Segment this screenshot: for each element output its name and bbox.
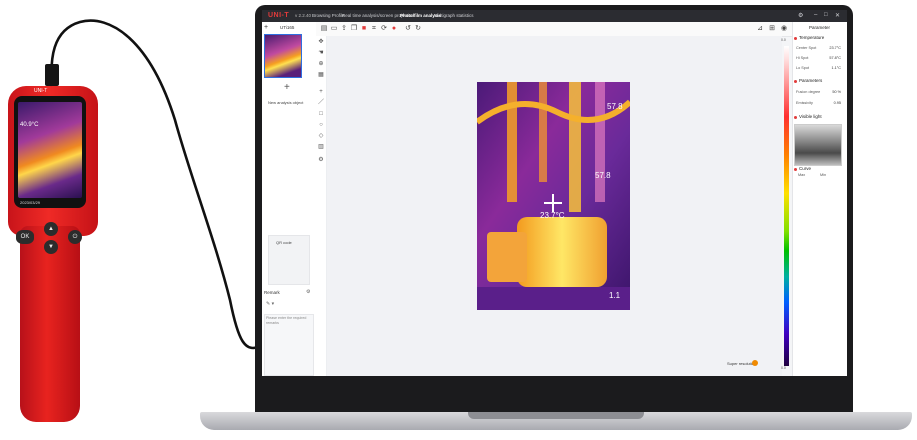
hi-spot-label: Hi Spot [796,56,809,60]
max-temp-label: 57.8 [607,102,623,111]
color-palette-bar[interactable] [784,46,789,366]
hand-icon[interactable]: ☚ [317,49,325,57]
hi-spot-value: 57.8°C [829,56,841,60]
export-icon[interactable]: ⇪ [340,25,348,33]
settings-tool-icon[interactable]: ⚙ [317,156,325,164]
settings-icon[interactable]: ⚙ [798,12,803,19]
curve-section-icon [794,168,797,171]
record-icon[interactable]: ■ [360,25,368,33]
device-name: UTi165 [280,25,295,30]
laptop-notch [468,412,644,419]
curve-max-label: Max [798,173,806,177]
close-icon[interactable]: ✕ [835,12,840,19]
app-logo: UNI-T [268,12,290,19]
rectangle-tool-icon[interactable]: □ [317,110,325,118]
layers-icon[interactable]: ▦ [317,71,325,79]
lo-spot-label: Lo Spot [796,66,810,70]
curve-section-title: Curve [799,166,812,171]
remark-settings-icon[interactable]: ⚙ [306,289,310,295]
thermal-image[interactable] [477,82,630,310]
lo-spot-value: 1.1°C [831,66,841,70]
remark-tool-icons[interactable]: ✎ ▾ [266,301,274,307]
emissivity-value[interactable]: 0.95 [825,101,841,105]
menu-browsing-profile[interactable]: Browsing Profile [312,13,345,18]
pointer-icon[interactable]: ✥ [317,38,325,46]
curve-min-label: Min [820,173,827,177]
min-temp-label: 1.1 [609,291,621,300]
ellipse-tool-icon[interactable]: ○ [317,121,325,129]
camera-screen [18,102,82,198]
visible-light-section-icon [794,116,797,119]
visible-light-section-title: Visible light [799,114,822,119]
eye-icon[interactable]: ◉ [780,25,788,33]
app-version: v 2.2.40 [295,13,312,18]
super-resolution-toggle[interactable] [752,360,758,366]
redo-icon[interactable]: ↻ [414,25,422,33]
palette-top-value: 0.0 [781,38,786,42]
camera-temperature: 40.9°C [20,122,39,128]
visible-light-image[interactable] [794,124,842,166]
title-bar: UNI-T v 2.2.40 Browsing Profile Real tim… [262,10,847,22]
new-analysis-label: New analysis object [268,100,304,105]
menu-multigraph-statistics[interactable]: Multigraph statistics [434,13,474,18]
undo-icon[interactable]: ↺ [404,25,412,33]
qr-code-label: QR code [276,240,292,245]
camera-brand: UNI-T [34,88,48,94]
delete-tool-icon[interactable]: ▥ [317,143,325,151]
remark-title: Remark [264,290,280,295]
app-window: UNI-T v 2.2.40 Browsing Profile Real tim… [262,10,847,376]
image-thumbnail[interactable] [264,34,302,78]
parameters-section-icon [794,80,797,83]
line-tool-icon[interactable]: ／ [317,99,325,107]
center-spot-label: Center Spot [796,46,817,50]
grid-icon[interactable]: ⊞ [768,25,776,33]
chart-icon[interactable]: ⊿ [756,25,764,33]
zoom-icon[interactable]: ⊕ [317,60,325,68]
temperature-section-title: Temperature [799,35,825,40]
save-icon[interactable]: ▤ [320,25,328,33]
camera-keypad: OK ▲ ▼ ⏻ [16,222,90,256]
down-arrow-icon[interactable]: ▼ [44,240,58,254]
hot-spot-temp-label: 57.8 [595,171,611,180]
temperature-section-icon [794,37,797,40]
fusion-degree-label: Fusion degree [796,90,821,94]
tool-strip: ✥ ☚ ⊕ ▦ + ／ □ ○ ◇ ▥ ⚙ [316,36,327,376]
minimize-icon[interactable]: – [814,12,817,18]
maximize-icon[interactable]: □ [824,12,828,18]
parameters-section-title: Parameters [799,78,823,83]
copy-icon[interactable]: ❐ [350,25,358,33]
plus-icon: + [284,82,290,93]
parameter-panel [792,22,847,376]
rotate-icon[interactable]: ⟳ [380,25,388,33]
ok-button[interactable]: OK [16,230,34,244]
toolbar: ▤ ▭ ⇪ ❐ ■ ⌗ ⟳ ● ↺ ↻ ⊿ ⊞ ◉ ◘ [316,22,847,37]
thermal-camera-device: UNI-T 40.9°C 2023/03/29 OK ▲ ▼ ⏻ [0,0,110,440]
up-arrow-icon[interactable]: ▲ [44,222,58,236]
remark-placeholder: Please enter the required remarks [266,316,307,325]
emissivity-label: Emissivity [796,101,813,105]
device-panel: + UTi165 + New analysis object QR code R… [262,22,317,376]
polygon-tool-icon[interactable]: ◇ [317,132,325,140]
open-icon[interactable]: ▭ [330,25,338,33]
camera-date: 2023/03/29 [20,200,41,205]
center-temp-label: 23.7°C [540,211,565,220]
fusion-degree-value[interactable]: 50 % [825,90,841,94]
center-spot-value: 23.7°C [829,46,841,50]
point-tool-icon[interactable]: + [317,88,325,96]
power-icon[interactable]: ⏻ [68,230,82,244]
add-device-icon[interactable]: + [264,24,268,31]
alarm-icon[interactable]: ● [390,25,398,33]
palette-bottom-value: 0.0 [781,366,786,370]
parameter-title: Parameter [809,25,831,30]
crop-icon[interactable]: ⌗ [370,25,378,33]
